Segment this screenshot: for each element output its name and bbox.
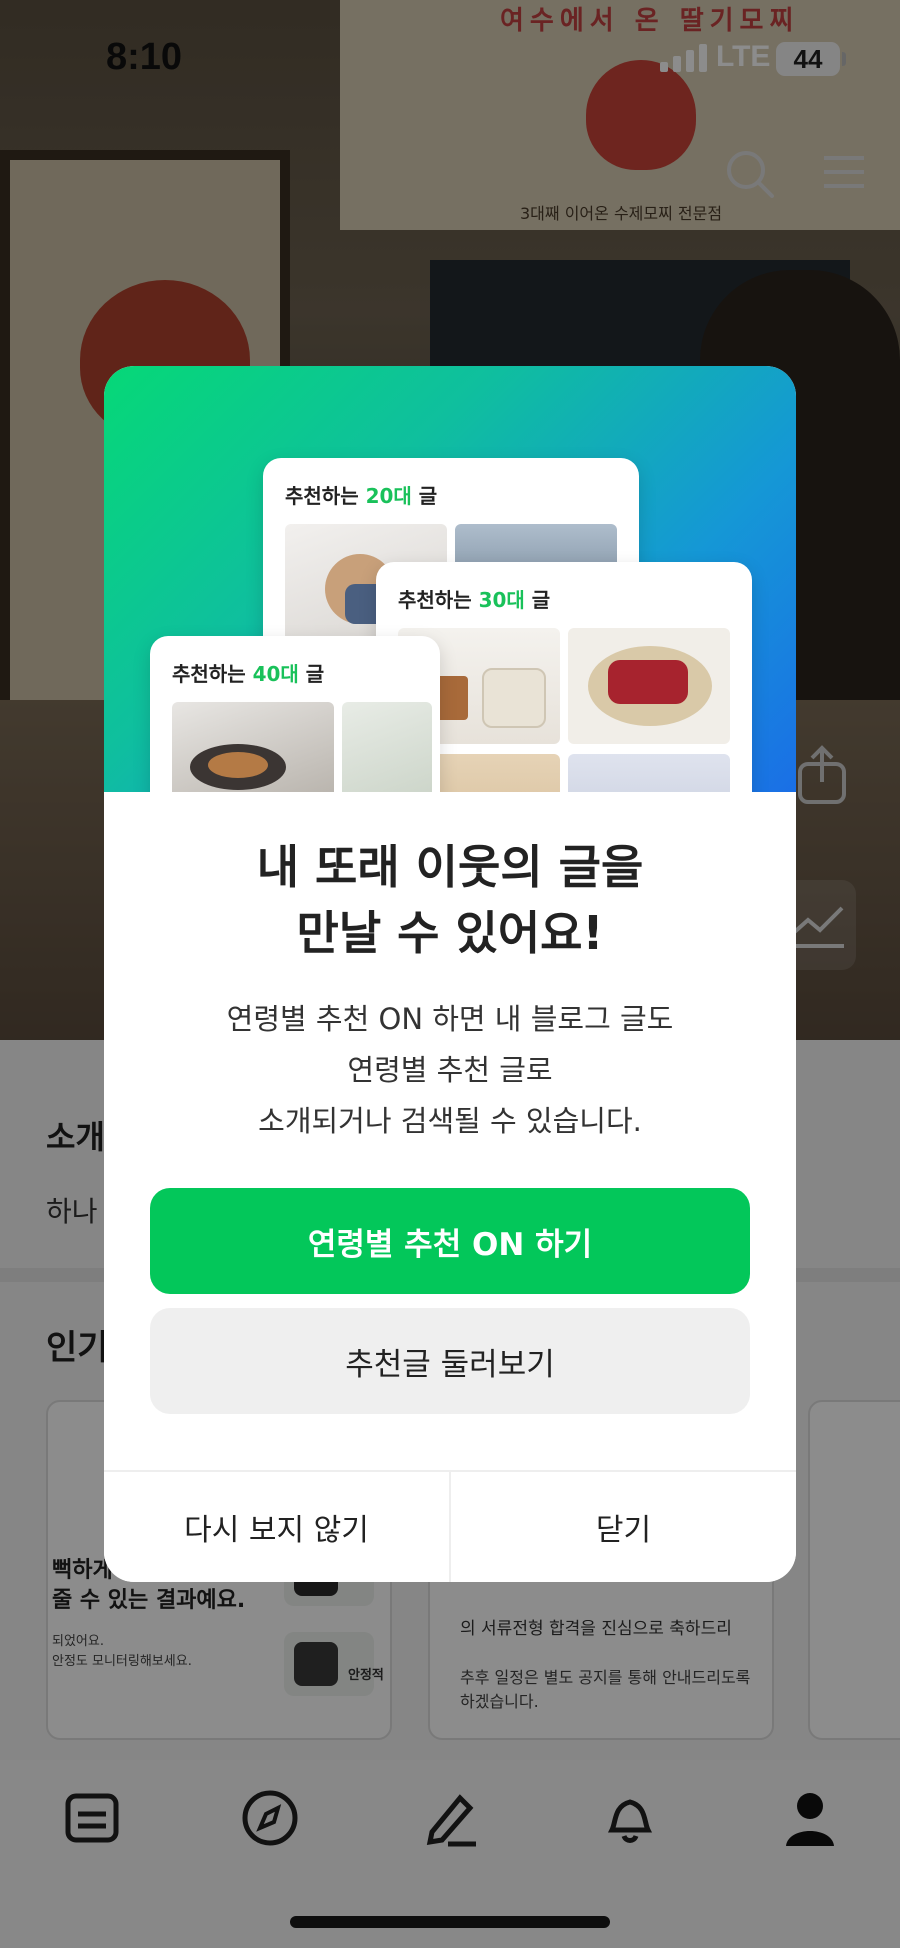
recommend-card-40s: 추천하는 40대 글 <box>150 636 440 792</box>
recommend-card-title: 추천하는 30대 글 <box>398 588 551 612</box>
modal-banner: 추천하는 20대 글 추천하는 30대 글 추천하는 40대 글 <box>104 366 796 792</box>
photo-placeholder <box>342 702 432 792</box>
dont-show-again-button[interactable]: 다시 보지 않기 <box>104 1472 449 1582</box>
browse-recommendations-button[interactable]: 추천글 둘러보기 <box>150 1308 750 1414</box>
modal-description: 연령별 추천 ON 하면 내 블로그 글도 연령별 추천 글로 소개되거나 검색… <box>226 1002 674 1138</box>
recommend-card-title: 추천하는 40대 글 <box>172 662 325 686</box>
photo-steak <box>568 628 730 744</box>
modal-headline: 내 또래 이웃의 글을 만날 수 있어요! <box>256 840 644 960</box>
recommend-card-title: 추천하는 20대 글 <box>285 484 438 508</box>
close-button[interactable]: 닫기 <box>451 1472 796 1582</box>
modal-footer: 다시 보지 않기 닫기 <box>104 1470 796 1582</box>
age-recommendation-modal: 추천하는 20대 글 추천하는 30대 글 추천하는 40대 글 내 또래 이웃… <box>104 366 796 1582</box>
photo-placeholder <box>568 754 730 792</box>
photo-cooking <box>172 702 334 792</box>
enable-age-recommendation-button[interactable]: 연령별 추천 ON 하기 <box>150 1188 750 1294</box>
